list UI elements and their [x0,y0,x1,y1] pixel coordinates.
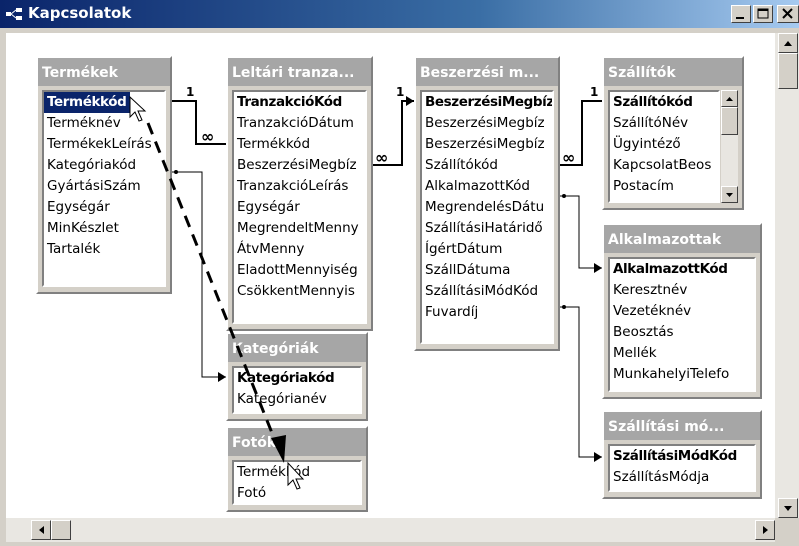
maximize-icon [757,8,769,19]
relationship-one-label: 1 [590,85,598,99]
relationships-icon [6,8,22,20]
arrow-right-icon [763,526,768,534]
scroll-up-button[interactable] [778,33,798,53]
window-title: Kapcsolatok [28,4,132,22]
scroll-right-button[interactable] [755,520,775,540]
mouse-cursor-icon [129,95,147,122]
relationship-one-label: 1 [396,85,404,99]
title-bar[interactable]: Kapcsolatok [0,0,799,28]
minimize-button[interactable] [731,5,751,23]
relationship-many-label: ∞ [562,148,575,167]
relationship-line[interactable] [560,194,602,273]
close-button[interactable] [777,5,799,23]
scroll-thumb[interactable] [51,520,71,540]
close-icon [782,8,793,19]
horizontal-scrollbar[interactable] [6,518,775,542]
relationship-line[interactable] [560,305,602,462]
mouse-cursor-icon [287,461,305,490]
minimize-icon [736,17,744,19]
relationship-many-label: ∞ [201,127,214,146]
arrow-down-icon [784,506,792,511]
relationships-window: Kapcsolatok Termékek Termékkód Terméknév… [0,0,799,546]
arrow-up-icon [784,41,792,46]
relationship-line[interactable] [172,91,226,145]
relationship-many-label: ∞ [375,148,388,167]
resize-grip[interactable] [775,518,799,542]
scroll-down-button[interactable] [778,498,798,518]
drag-arrow [146,122,286,463]
vertical-scrollbar[interactable] [775,33,799,518]
relationship-lines: 1 ∞ 1 ∞ 1 ∞ [129,85,602,490]
relationships-canvas[interactable]: Termékek Termékkód Terméknév TermékekLeí… [6,33,775,518]
relationship-one-label: 1 [186,85,194,99]
scroll-thumb[interactable] [778,53,798,89]
arrow-left-icon [39,526,44,534]
scroll-left-button[interactable] [31,520,51,540]
maximize-button[interactable] [753,5,773,23]
